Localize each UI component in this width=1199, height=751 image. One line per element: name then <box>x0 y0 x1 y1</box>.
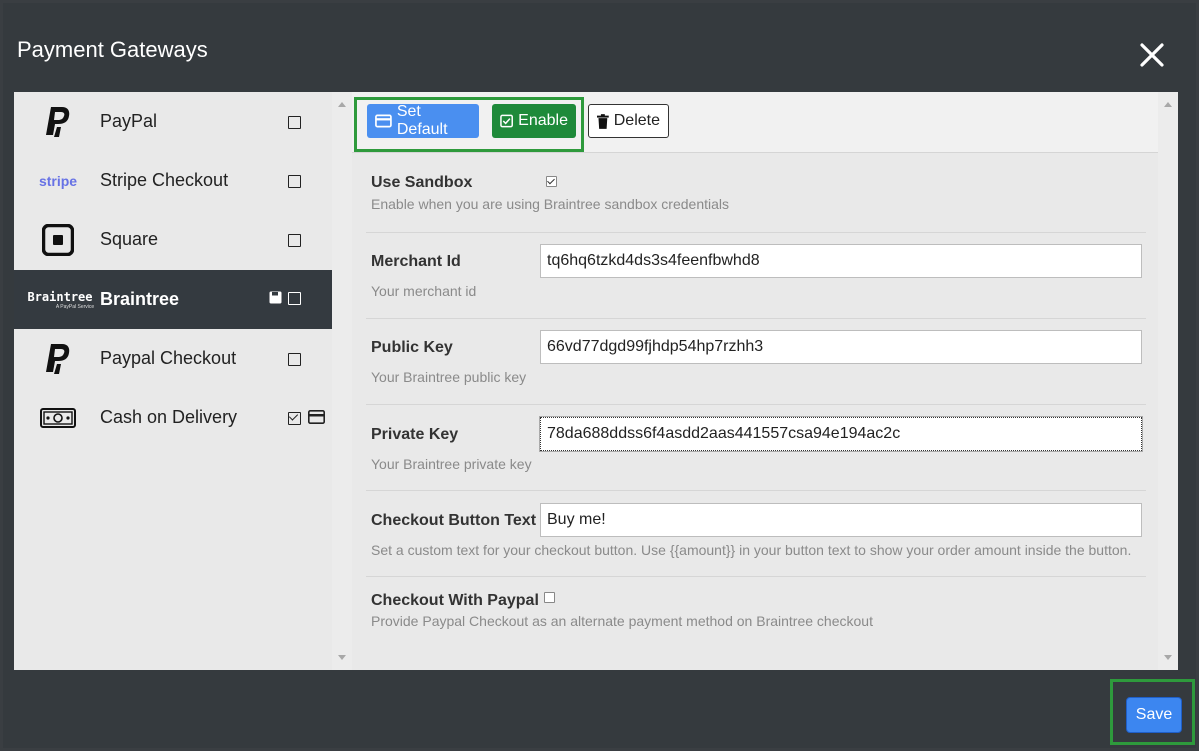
private-key-row: Private Key Your Braintree private key <box>366 404 1146 491</box>
merchant-id-label: Merchant Id <box>371 253 461 270</box>
square-icon <box>40 222 76 258</box>
scrollbar[interactable] <box>332 92 352 670</box>
sidebar-item-label: Stripe Checkout <box>100 170 229 190</box>
sidebar-item-braintree[interactable]: Braintree A PayPal Service Braintree <box>14 270 332 329</box>
checkout-button-text-hint: Set a custom text for your checkout butt… <box>371 542 1132 558</box>
private-key-hint: Your Braintree private key <box>371 456 532 472</box>
enabled-checkbox[interactable] <box>288 412 301 425</box>
use-sandbox-hint: Enable when you are using Braintree sand… <box>371 196 730 212</box>
gateway-sidebar: PayPal stripe Stripe Checkout Square Bra… <box>14 92 332 670</box>
private-key-input[interactable] <box>539 416 1143 452</box>
paypal-icon <box>40 341 76 377</box>
use-sandbox-row: Use Sandbox Enable when you are using Br… <box>366 154 1146 233</box>
toolbar-highlight <box>354 97 584 152</box>
sidebar-item-label: Paypal Checkout <box>100 348 237 368</box>
scroll-down-arrow-icon[interactable] <box>1164 655 1172 660</box>
checkout-with-paypal-hint: Provide Paypal Checkout as an alternate … <box>371 613 873 629</box>
use-sandbox-label: Use Sandbox <box>371 174 473 191</box>
merchant-id-input[interactable] <box>540 244 1142 278</box>
stripe-icon: stripe <box>38 172 78 189</box>
merchant-id-row: Merchant Id Your merchant id <box>366 232 1146 319</box>
sidebar-item-square[interactable]: Square <box>14 210 332 269</box>
sidebar-item-label: Square <box>100 229 159 249</box>
sidebar-item-paypal-checkout[interactable]: Paypal Checkout <box>14 329 332 388</box>
credit-card-icon <box>308 410 325 429</box>
cash-icon <box>40 400 76 436</box>
checkout-with-paypal-checkbox[interactable] <box>544 592 555 603</box>
scrollbar[interactable] <box>1158 92 1178 670</box>
sidebar-item-paypal[interactable]: PayPal <box>14 92 332 151</box>
braintree-icon: Braintree A PayPal Service <box>27 289 95 310</box>
save-button[interactable]: Save <box>1126 697 1182 733</box>
checkout-button-text-input[interactable] <box>540 503 1142 537</box>
close-icon[interactable] <box>1138 41 1166 69</box>
checkout-with-paypal-row: Checkout With Paypal Provide Paypal Chec… <box>366 576 1146 646</box>
delete-button[interactable]: Delete <box>588 104 669 138</box>
enabled-checkbox[interactable] <box>288 234 301 247</box>
public-key-hint: Your Braintree public key <box>371 369 527 385</box>
gateway-settings-panel: Set Default Enable Delete Use Sandbox En… <box>332 92 1178 670</box>
paypal-icon <box>40 104 76 140</box>
enabled-checkbox[interactable] <box>288 353 301 366</box>
enabled-checkbox[interactable] <box>288 175 301 188</box>
public-key-label: Public Key <box>371 339 453 356</box>
enabled-checkbox[interactable] <box>288 116 301 129</box>
modal-title: Payment Gateways <box>17 37 208 62</box>
sidebar-item-label: Cash on Delivery <box>100 407 238 427</box>
sidebar-item-label: PayPal <box>100 111 158 131</box>
sidebar-item-stripe-checkout[interactable]: stripe Stripe Checkout <box>14 151 332 210</box>
use-sandbox-checkbox[interactable] <box>546 176 557 187</box>
trash-icon <box>597 113 609 129</box>
public-key-row: Public Key Your Braintree public key <box>366 318 1146 405</box>
sidebar-item-cash-on-delivery[interactable]: Cash on Delivery <box>14 388 332 447</box>
scroll-up-arrow-icon[interactable] <box>338 102 346 107</box>
scroll-up-arrow-icon[interactable] <box>1164 102 1172 107</box>
enabled-checkbox[interactable] <box>288 292 301 305</box>
checkout-with-paypal-label: Checkout With Paypal <box>371 592 539 609</box>
floppy-disk-icon <box>269 291 282 309</box>
checkout-button-text-row: Checkout Button Text Set a custom text f… <box>366 490 1146 577</box>
sidebar-item-label: Braintree <box>100 289 180 309</box>
private-key-label: Private Key <box>371 426 459 443</box>
checkout-button-text-label: Checkout Button Text <box>371 512 537 529</box>
public-key-input[interactable] <box>540 330 1142 364</box>
merchant-id-hint: Your merchant id <box>371 283 477 299</box>
scroll-down-arrow-icon[interactable] <box>338 655 346 660</box>
